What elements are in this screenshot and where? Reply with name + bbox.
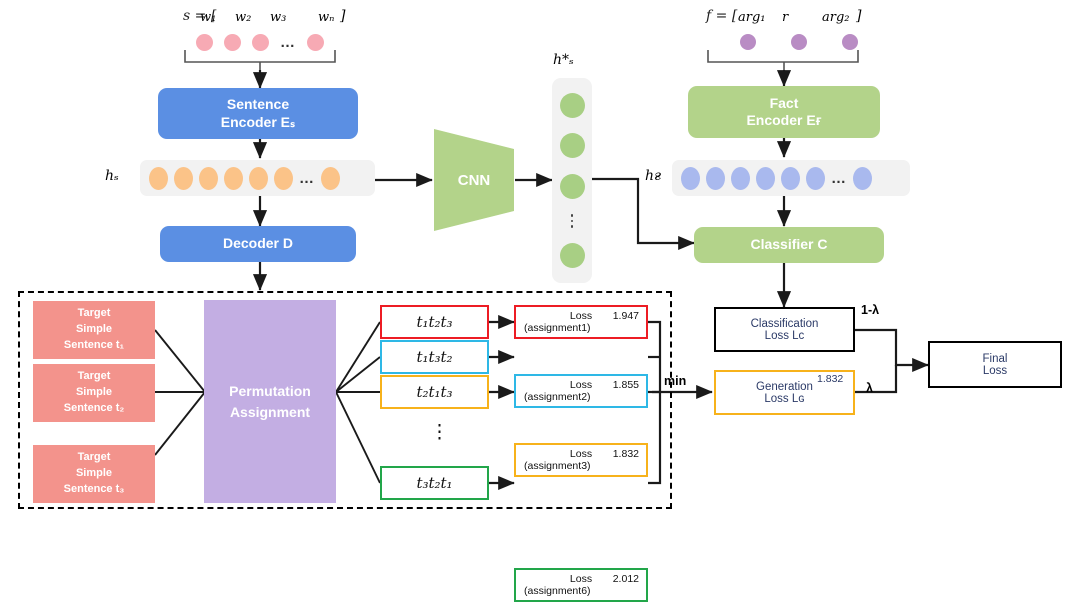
fact-encoder-line1: Fact bbox=[769, 94, 799, 111]
permutation-box-3[interactable]: t₂t₁t₃ bbox=[380, 375, 489, 409]
sentence-token-dots: … bbox=[196, 34, 324, 51]
target-2-line1: Target bbox=[77, 370, 111, 383]
loss-box-2[interactable]: Loss 1.855 (assignment2) bbox=[514, 374, 648, 408]
loss-3-assignment: (assignment3) bbox=[524, 460, 591, 472]
h-f-label: hғ bbox=[645, 168, 662, 184]
loss-box-6[interactable]: Loss 2.012 (assignment6) bbox=[514, 568, 648, 602]
target-1-line2: Simple bbox=[75, 323, 113, 336]
permutation-box-2[interactable]: t₁t₃t₂ bbox=[380, 340, 489, 374]
sentence-encoder-line1: Sentence bbox=[226, 96, 290, 112]
fact-token-r: r bbox=[782, 10, 789, 25]
loss-box-3[interactable]: Loss 1.832 (assignment3) bbox=[514, 443, 648, 477]
generation-weight-label: λ bbox=[866, 381, 873, 395]
permutation-title-line1: Permutation bbox=[229, 382, 311, 399]
fact-notation-close: ] bbox=[856, 8, 862, 24]
generation-loss-line1: Generation bbox=[756, 380, 813, 393]
target-sentence-box-2[interactable]: Target Simple Sentence t₂ bbox=[33, 364, 155, 422]
target-sentence-box-1[interactable]: Target Simple Sentence t₁ bbox=[33, 301, 155, 359]
cnn-block[interactable]: CNN bbox=[432, 127, 516, 233]
fact-token-dots bbox=[740, 34, 858, 50]
generation-loss-line2: Loss Lɢ bbox=[764, 392, 805, 405]
target-2-line3: Sentence t₂ bbox=[63, 401, 125, 414]
final-loss-line2: Loss bbox=[982, 364, 1008, 377]
cnn-label: CNN bbox=[457, 171, 491, 189]
classification-loss-line2: Loss Lᴄ bbox=[764, 329, 805, 342]
target-1-line3: Sentence t₁ bbox=[63, 338, 125, 351]
target-sentence-box-3[interactable]: Target Simple Sentence t₃ bbox=[33, 445, 155, 503]
loss-6-assignment: (assignment6) bbox=[524, 585, 591, 597]
decoder-box[interactable]: Decoder D bbox=[160, 226, 356, 262]
loss-1-word: Loss bbox=[569, 310, 593, 322]
fact-token-arg2: arg₂ bbox=[822, 10, 850, 25]
h-f-strip: … bbox=[672, 160, 910, 196]
loss-2-value: 1.855 bbox=[612, 379, 639, 391]
final-loss-box[interactable]: Final Loss bbox=[928, 341, 1062, 388]
loss-1-assignment: (assignment1) bbox=[524, 322, 591, 334]
loss-6-value: 2.012 bbox=[612, 573, 639, 585]
permutation-title-line2: Assignment bbox=[229, 403, 311, 420]
min-label: min bbox=[664, 374, 687, 388]
sentence-token-w2: w₂ bbox=[235, 10, 252, 25]
h-s-strip: … bbox=[140, 160, 375, 196]
sentence-notation-close: ] bbox=[340, 8, 346, 24]
target-3-line1: Target bbox=[77, 451, 111, 464]
h-s-star-vertical-ellipsis bbox=[570, 214, 574, 228]
h-s-star-strip bbox=[552, 78, 592, 283]
fact-token-arg1: arg₁ bbox=[738, 10, 766, 25]
classification-loss-line1: Classification bbox=[750, 317, 819, 330]
classifier-box[interactable]: Classifier C bbox=[694, 227, 884, 263]
fact-encoder-box[interactable]: Fact Encoder Eғ bbox=[688, 86, 880, 138]
h-f-ellipsis: … bbox=[831, 169, 847, 187]
h-s-label: hₛ bbox=[105, 168, 119, 184]
loss-box-1[interactable]: Loss 1.947 (assignment1) bbox=[514, 305, 648, 339]
fact-encoder-line2: Encoder Eғ bbox=[746, 112, 822, 128]
sentence-encoder-box[interactable]: Sentence Encoder Eₛ bbox=[158, 88, 358, 139]
permutation-assignment-box[interactable]: Permutation Assignment bbox=[204, 300, 336, 503]
classification-loss-box[interactable]: Classification Loss Lᴄ bbox=[714, 307, 855, 352]
loss-2-assignment: (assignment2) bbox=[524, 391, 591, 403]
final-loss-line1: Final bbox=[982, 352, 1008, 365]
h-s-ellipsis: … bbox=[299, 169, 315, 187]
classification-weight-label: 1-λ bbox=[861, 303, 880, 317]
target-3-line3: Sentence t₃ bbox=[63, 482, 125, 495]
loss-3-value: 1.832 bbox=[612, 448, 639, 460]
sentence-ellipsis: … bbox=[280, 34, 296, 51]
sentence-encoder-line2: Encoder Eₛ bbox=[220, 113, 296, 130]
h-s-star-label: h*ₛ bbox=[553, 52, 574, 68]
sentence-token-w3: w₃ bbox=[270, 10, 287, 25]
permutation-box-1[interactable]: t₁t₂t₃ bbox=[380, 305, 489, 339]
permutation-vertical-ellipsis: ⋮ bbox=[430, 422, 449, 443]
generation-loss-value: 1.832 bbox=[817, 373, 844, 385]
fact-notation: f = [ bbox=[706, 8, 738, 24]
loss-3-word: Loss bbox=[569, 448, 593, 460]
sentence-token-wn: wₙ bbox=[318, 10, 335, 25]
target-1-line1: Target bbox=[77, 307, 111, 320]
loss-1-value: 1.947 bbox=[612, 310, 639, 322]
loss-6-word: Loss bbox=[569, 573, 593, 585]
target-3-line2: Simple bbox=[75, 467, 113, 480]
loss-2-word: Loss bbox=[569, 379, 593, 391]
target-2-line2: Simple bbox=[75, 386, 113, 399]
sentence-token-w1: w₁ bbox=[200, 10, 217, 25]
permutation-box-6[interactable]: t₃t₂t₁ bbox=[380, 466, 489, 500]
